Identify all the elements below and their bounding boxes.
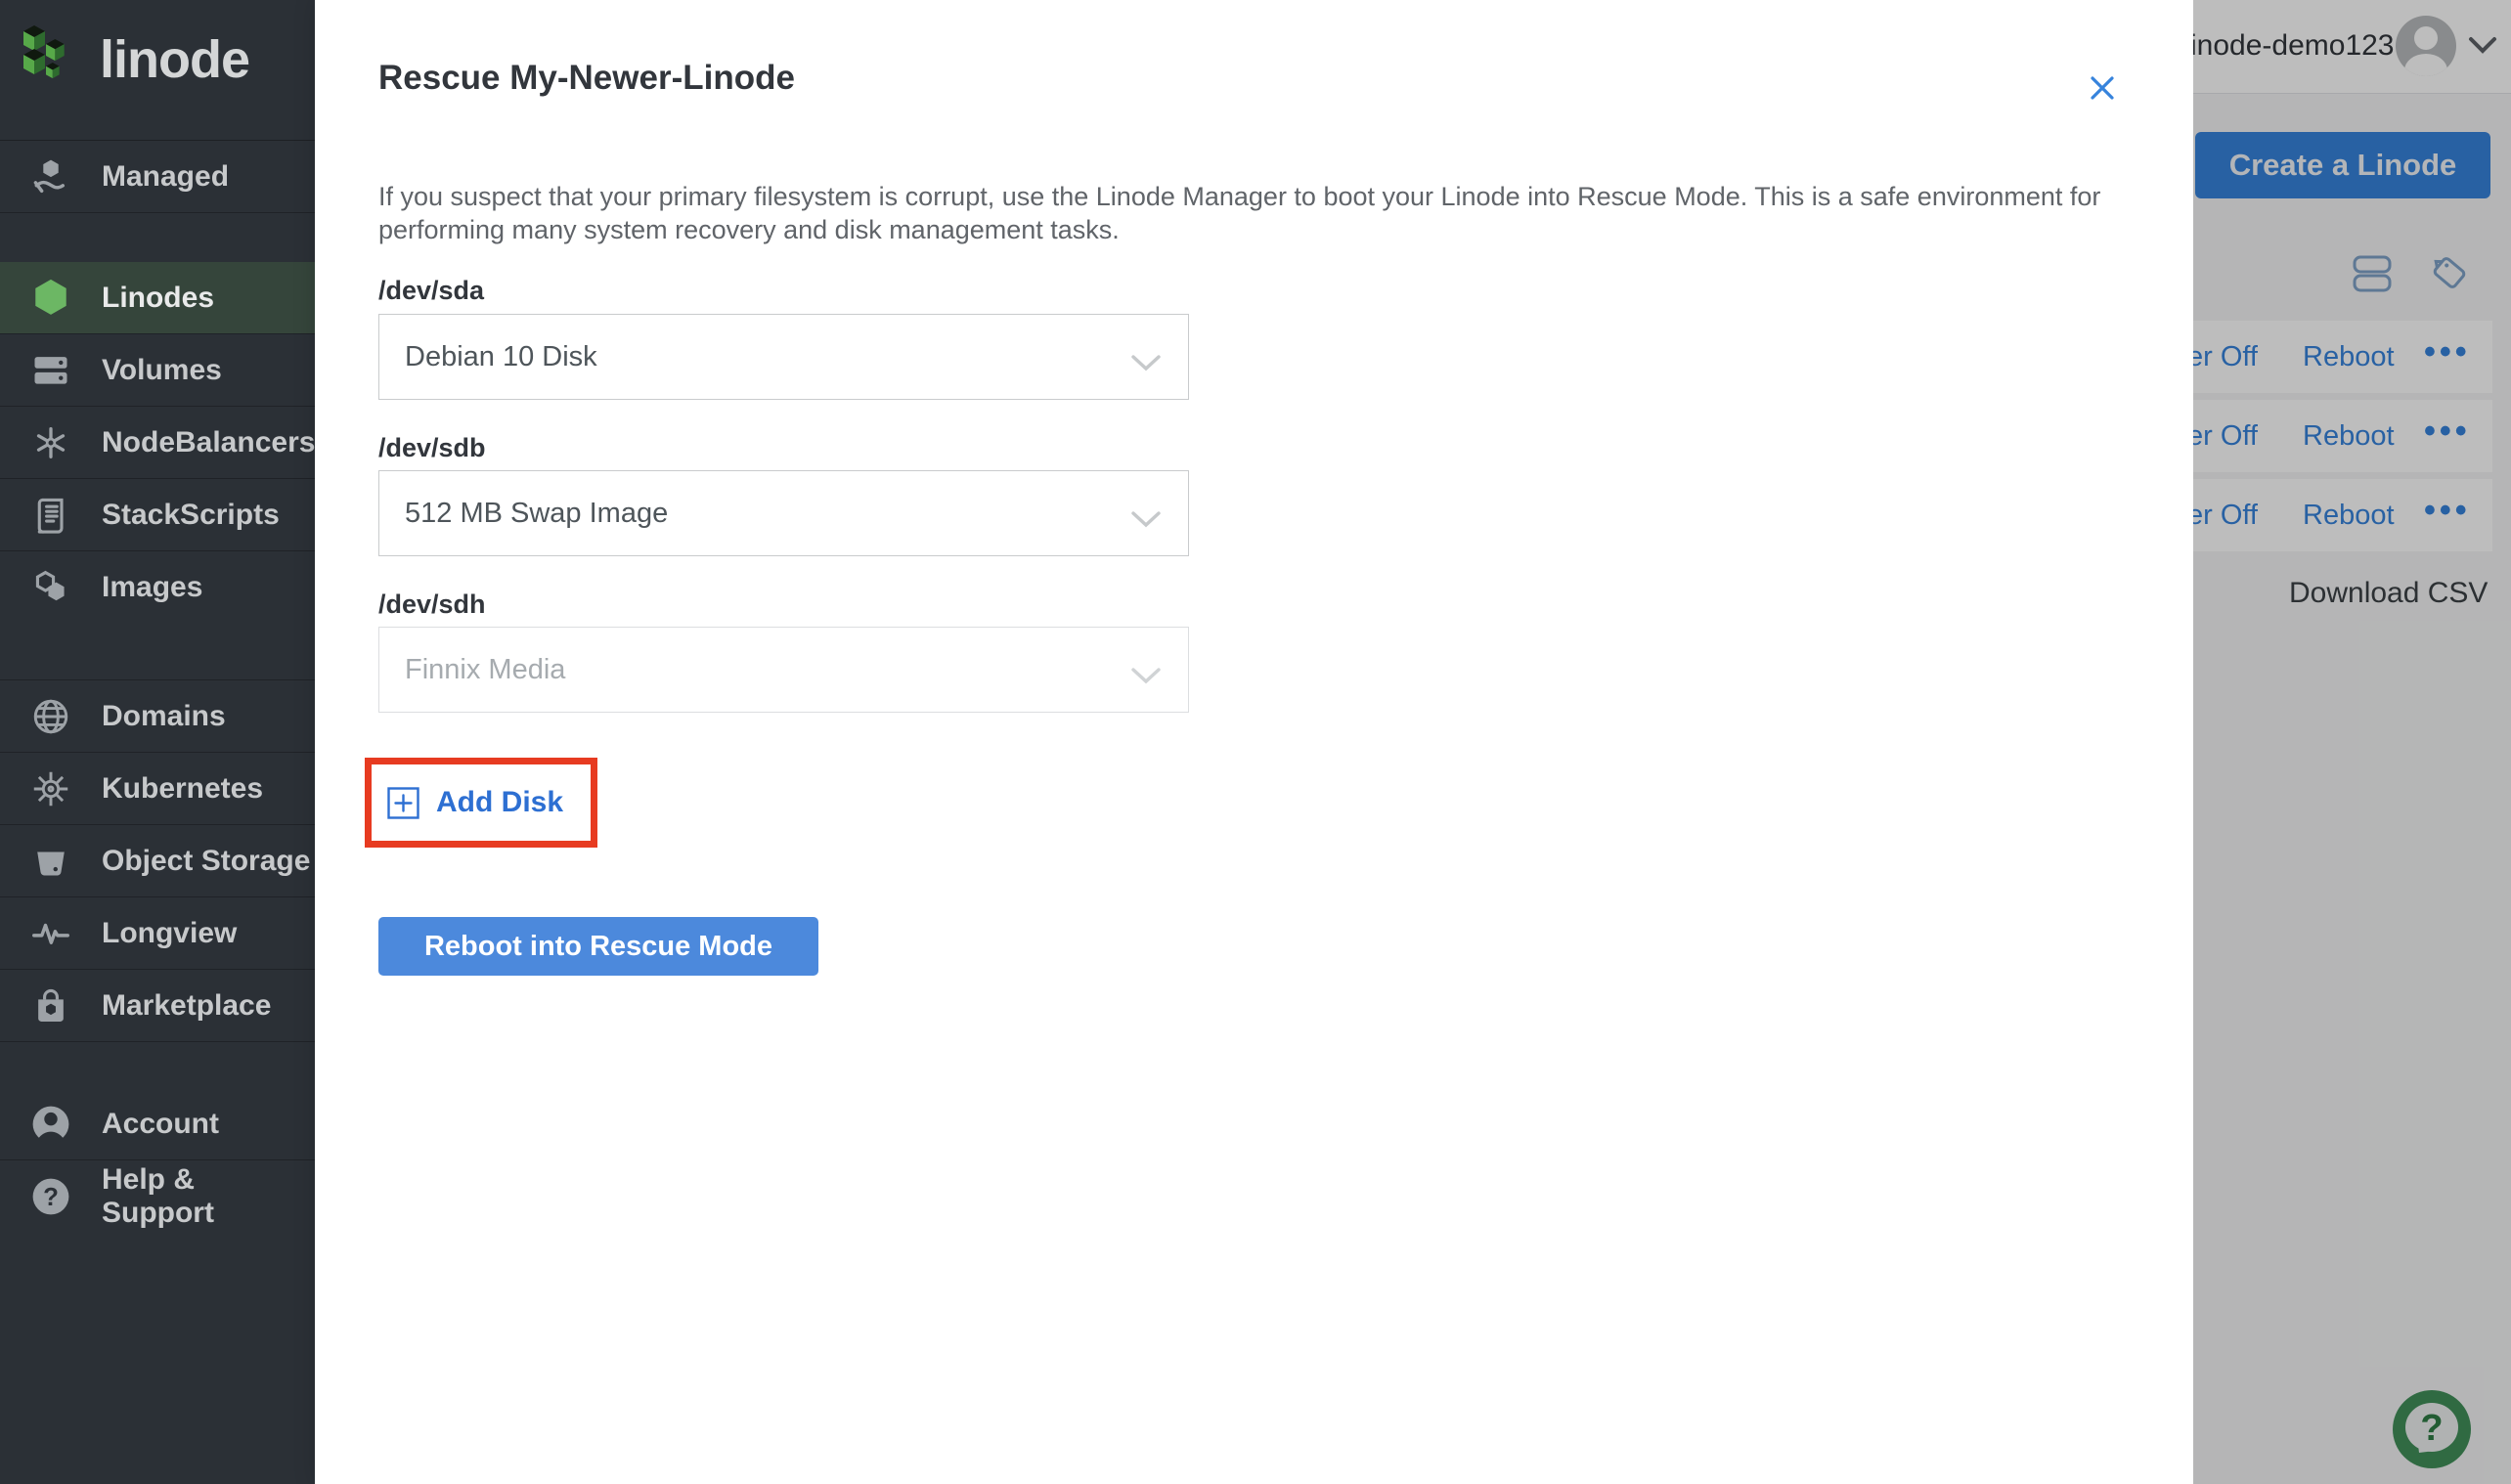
sidebar-item-label: Help & Support	[102, 1162, 214, 1229]
linodes-icon	[0, 276, 102, 321]
sidebar: linode Managed Linodes Volumes NodeBalan…	[0, 0, 315, 1484]
linode-logo[interactable]: linode	[22, 23, 250, 96]
select-dev-sdh[interactable]: Finnix Media	[378, 627, 1189, 713]
modal-backdrop-overlay[interactable]	[2193, 0, 2511, 1484]
sidebar-item-volumes[interactable]: Volumes	[0, 333, 315, 406]
sidebar-item-label: Longview	[102, 916, 238, 949]
sidebar-item-label: Images	[102, 570, 203, 603]
plus-square-icon	[387, 786, 419, 819]
select-dev-sdh-value: Finnix Media	[405, 653, 566, 685]
sidebar-item-label: Domains	[102, 699, 226, 732]
sidebar-item-label: Account	[102, 1107, 219, 1140]
sidebar-item-label: Kubernetes	[102, 771, 264, 805]
sidebar-item-label: Linodes	[102, 281, 215, 314]
rescue-modal: Rescue My-Newer-Linode If you suspect th…	[315, 0, 2193, 1484]
sidebar-item-domains[interactable]: Domains	[0, 679, 315, 752]
select-dev-sdb[interactable]: 512 MB Swap Image	[378, 470, 1189, 556]
stackscripts-icon	[0, 494, 102, 537]
chevron-down-icon	[1129, 661, 1163, 693]
linode-logo-text: linode	[100, 30, 250, 89]
add-disk-label: Add Disk	[436, 786, 564, 818]
sidebar-item-label: Volumes	[102, 353, 222, 386]
sidebar-divider	[0, 1041, 315, 1088]
chevron-down-icon	[1129, 504, 1163, 537]
sidebar-divider	[0, 212, 315, 262]
managed-icon	[0, 155, 102, 198]
marketplace-icon	[0, 984, 102, 1027]
field-label-dev-sda: /dev/sda	[378, 276, 485, 305]
sidebar-item-label: NodeBalancers	[102, 425, 316, 458]
images-icon	[0, 566, 102, 609]
sidebar-item-object-storage[interactable]: Object Storage	[0, 824, 315, 896]
add-disk-button[interactable]: Add Disk	[387, 786, 563, 819]
sidebar-item-account[interactable]: Account	[0, 1088, 315, 1159]
volumes-icon	[0, 349, 102, 392]
object-storage-icon	[0, 840, 102, 883]
account-icon	[0, 1102, 102, 1147]
sidebar-item-label: Object Storage	[102, 844, 311, 877]
sidebar-item-help-support[interactable]: ? Help & Support	[0, 1159, 315, 1232]
field-label-dev-sdh: /dev/sdh	[378, 589, 486, 619]
sidebar-item-marketplace[interactable]: Marketplace	[0, 969, 315, 1041]
close-icon	[2091, 76, 2114, 100]
kubernetes-icon	[0, 767, 102, 810]
sidebar-item-linodes[interactable]: Linodes	[0, 262, 315, 333]
sidebar-item-longview[interactable]: Longview	[0, 896, 315, 969]
longview-icon	[0, 912, 102, 955]
sidebar-item-label: Marketplace	[102, 988, 272, 1022]
sidebar-item-stackscripts[interactable]: StackScripts	[0, 478, 315, 550]
close-button[interactable]	[2081, 66, 2124, 109]
annotation-highlight-box: Add Disk	[365, 758, 597, 848]
select-dev-sdb-value: 512 MB Swap Image	[405, 497, 669, 529]
sidebar-item-label: Managed	[102, 159, 230, 193]
svg-text:?: ?	[43, 1183, 59, 1210]
reboot-into-rescue-mode-button[interactable]: Reboot into Rescue Mode	[378, 917, 818, 976]
sidebar-divider	[0, 623, 315, 679]
background-page: inode-demo123 Create a Linode er Off Reb…	[2193, 0, 2511, 1484]
help-icon: ?	[0, 1174, 102, 1219]
modal-title: Rescue My-Newer-Linode	[378, 59, 795, 97]
nodebalancers-icon	[0, 421, 102, 464]
domains-icon	[0, 695, 102, 738]
chevron-down-icon	[1129, 348, 1163, 380]
sidebar-nav: Managed Linodes Volumes NodeBalancers St…	[0, 140, 315, 1232]
sidebar-item-nodebalancers[interactable]: NodeBalancers	[0, 406, 315, 478]
sidebar-item-label: StackScripts	[102, 498, 280, 531]
select-dev-sda-value: Debian 10 Disk	[405, 340, 597, 372]
sidebar-item-kubernetes[interactable]: Kubernetes	[0, 752, 315, 824]
linode-logo-icon	[23, 25, 65, 79]
modal-description: If you suspect that your primary filesys…	[378, 182, 2101, 244]
sidebar-item-managed[interactable]: Managed	[0, 141, 315, 212]
sidebar-item-images[interactable]: Images	[0, 550, 315, 623]
select-dev-sda[interactable]: Debian 10 Disk	[378, 314, 1189, 400]
field-label-dev-sdb: /dev/sdb	[378, 433, 486, 462]
